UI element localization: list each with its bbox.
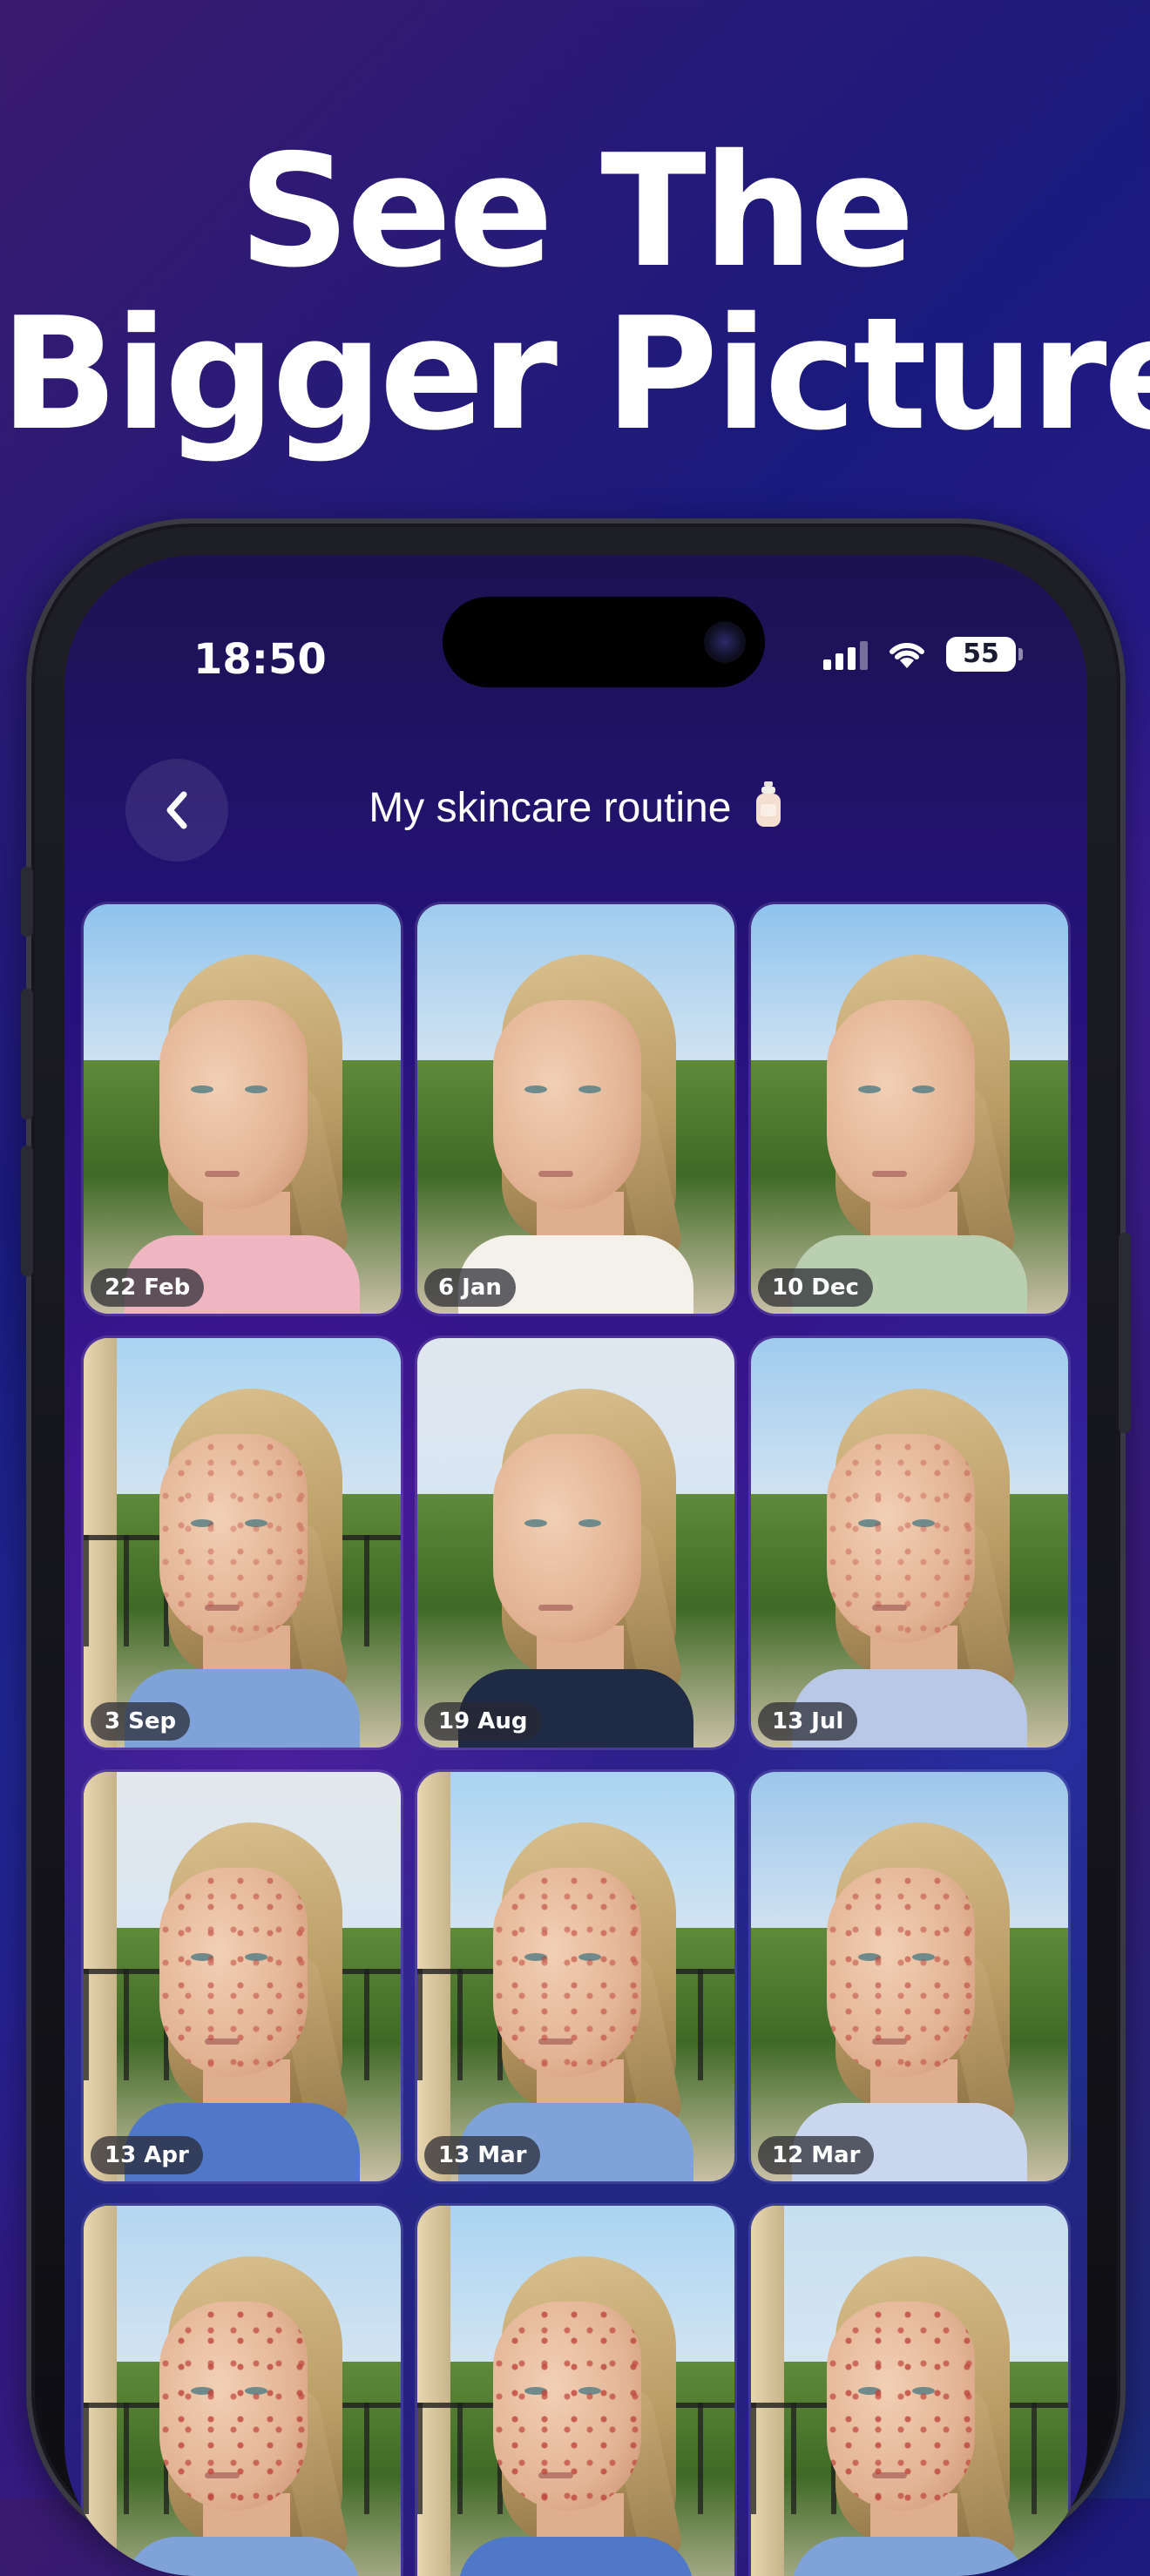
portrait-mouth xyxy=(205,1171,240,1177)
photo-date-badge: 13 Mar xyxy=(424,2136,541,2174)
photo-card[interactable]: 19 Aug xyxy=(417,1338,734,1748)
photo-card[interactable]: 6 Jan xyxy=(417,904,734,1314)
photo-date-badge: 22 Feb xyxy=(91,1268,205,1307)
portrait-figure xyxy=(458,2241,693,2576)
lotion-bottle-icon xyxy=(755,781,781,827)
portrait-mouth xyxy=(538,1171,573,1177)
photo-pillar xyxy=(84,2206,117,2576)
portrait-acne xyxy=(159,1434,308,1643)
front-camera-icon xyxy=(704,621,746,663)
photo-date-badge: 19 Aug xyxy=(424,1702,542,1741)
portrait-acne xyxy=(159,1868,308,2077)
portrait-eye xyxy=(191,1085,213,1093)
wifi-icon xyxy=(890,642,924,668)
photo-card[interactable]: 3 Sep xyxy=(84,1338,401,1748)
portrait-figure xyxy=(792,1807,1027,2181)
portrait-shirt xyxy=(458,2537,693,2576)
action-button xyxy=(21,867,33,936)
portrait-face xyxy=(159,1868,308,2077)
portrait-eye xyxy=(578,1085,601,1093)
chevron-left-icon xyxy=(166,791,187,829)
portrait-face xyxy=(493,1868,641,2077)
portrait-acne xyxy=(493,2302,641,2511)
photo-card[interactable]: 13 Mar xyxy=(417,1772,734,2181)
dynamic-island xyxy=(443,597,765,687)
power-button xyxy=(1119,1233,1131,1433)
page-title: My skincare routine xyxy=(239,780,913,832)
photo-card[interactable]: 10 Dec xyxy=(751,904,1068,1314)
portrait-eye xyxy=(578,1519,601,1527)
portrait-figure xyxy=(125,1807,360,2181)
battery-level: 55 xyxy=(963,639,999,669)
photo-card[interactable] xyxy=(84,2206,401,2576)
portrait-figure xyxy=(792,2241,1027,2576)
portrait-eye xyxy=(524,1519,547,1527)
portrait-mouth xyxy=(872,1171,907,1177)
headline-line-2: Bigger Picture xyxy=(0,283,1150,464)
battery-icon: 55 xyxy=(946,637,1023,672)
portrait-acne xyxy=(159,2302,308,2511)
portrait-acne xyxy=(827,2302,975,2511)
portrait-acne xyxy=(493,1868,641,2077)
status-icons: 55 xyxy=(823,637,1023,672)
portrait-figure xyxy=(458,1373,693,1748)
portrait-shirt xyxy=(125,2537,360,2576)
photo-date-badge: 13 Jul xyxy=(758,1702,858,1741)
portrait-face xyxy=(493,1000,641,1209)
photo-date-badge: 13 Apr xyxy=(91,2136,203,2174)
photo-card[interactable]: 13 Apr xyxy=(84,1772,401,2181)
marketing-headline: See The Bigger Picture xyxy=(0,121,1150,464)
volume-up-button xyxy=(21,989,33,1119)
headline-line-1: See The xyxy=(238,121,915,301)
portrait-eye xyxy=(245,1085,267,1093)
photo-date-badge: 10 Dec xyxy=(758,1268,873,1307)
photo-card[interactable]: 22 Feb xyxy=(84,904,401,1314)
portrait-figure xyxy=(125,939,360,1314)
photo-pillar xyxy=(751,2206,784,2576)
portrait-shirt xyxy=(792,2537,1027,2576)
portrait-eye xyxy=(524,1085,547,1093)
portrait-figure xyxy=(792,1373,1027,1748)
photo-pillar xyxy=(417,2206,450,2576)
portrait-acne xyxy=(827,1868,975,2077)
photo-date-badge: 12 Mar xyxy=(758,2136,875,2174)
photo-card[interactable] xyxy=(417,2206,734,2576)
portrait-face xyxy=(827,1434,975,1643)
photo-grid: 22 Feb 6 Jan 10 Dec 3 Sep 19 Aug 13 Jul 13 Apr… xyxy=(84,904,1068,2576)
photo-card[interactable]: 13 Jul xyxy=(751,1338,1068,1748)
photo-date-badge: 6 Jan xyxy=(424,1268,516,1307)
portrait-face xyxy=(493,2302,641,2511)
portrait-mouth xyxy=(538,1605,573,1611)
portrait-figure xyxy=(458,939,693,1314)
back-button[interactable] xyxy=(125,759,228,862)
portrait-face xyxy=(827,1868,975,2077)
status-time: 18:50 xyxy=(193,635,327,684)
page-title-text: My skincare routine xyxy=(369,785,732,831)
portrait-face xyxy=(159,1434,308,1643)
portrait-face xyxy=(159,1000,308,1209)
portrait-face xyxy=(827,2302,975,2511)
portrait-face xyxy=(827,1000,975,1209)
portrait-eye xyxy=(858,1085,881,1093)
portrait-figure xyxy=(458,1807,693,2181)
cellular-signal-icon xyxy=(823,639,868,670)
portrait-figure xyxy=(792,939,1027,1314)
portrait-figure xyxy=(125,2241,360,2576)
portrait-figure xyxy=(125,1373,360,1748)
portrait-eye xyxy=(912,1085,935,1093)
photo-card[interactable]: 12 Mar xyxy=(751,1772,1068,2181)
portrait-face xyxy=(159,2302,308,2511)
volume-down-button xyxy=(21,1146,33,1276)
phone-frame: 18:50 55 My skincare routine 22 Feb 6 Ja… xyxy=(21,518,1131,2576)
portrait-face xyxy=(493,1434,641,1643)
portrait-acne xyxy=(827,1434,975,1643)
phone-screen: 18:50 55 My skincare routine 22 Feb 6 Ja… xyxy=(64,555,1087,2576)
photo-date-badge: 3 Sep xyxy=(91,1702,191,1741)
photo-card[interactable] xyxy=(751,2206,1068,2576)
